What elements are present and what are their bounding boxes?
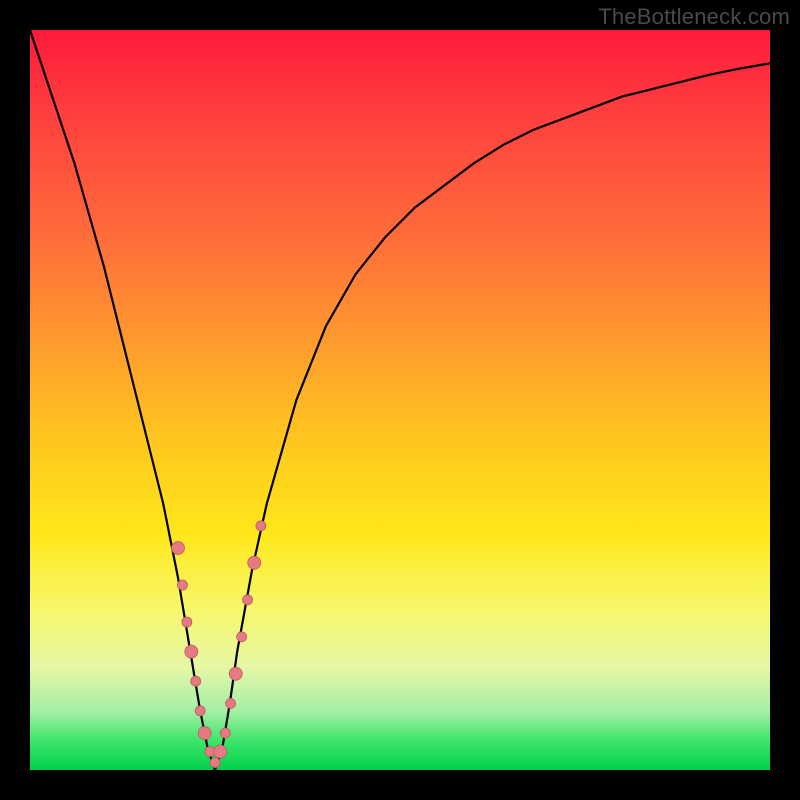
sample-marker: [172, 542, 185, 555]
sample-marker: [195, 706, 205, 716]
sample-marker: [248, 556, 261, 569]
sample-marker: [237, 632, 247, 642]
plot-area: [30, 30, 770, 770]
bottleneck-curve: [30, 30, 770, 770]
sample-marker: [243, 595, 253, 605]
sample-marker: [229, 667, 242, 680]
outer-frame: TheBottleneck.com: [0, 0, 800, 800]
sample-marker: [177, 580, 187, 590]
sample-marker: [198, 727, 211, 740]
sample-marker: [214, 745, 227, 758]
sample-marker: [210, 758, 220, 768]
marker-group: [172, 521, 266, 768]
sample-marker: [185, 645, 198, 658]
sample-marker: [226, 698, 236, 708]
sample-marker: [182, 617, 192, 627]
watermark-text: TheBottleneck.com: [598, 4, 790, 30]
sample-marker: [191, 676, 201, 686]
curve-svg: [30, 30, 770, 770]
sample-marker: [220, 728, 230, 738]
sample-marker: [256, 521, 266, 531]
